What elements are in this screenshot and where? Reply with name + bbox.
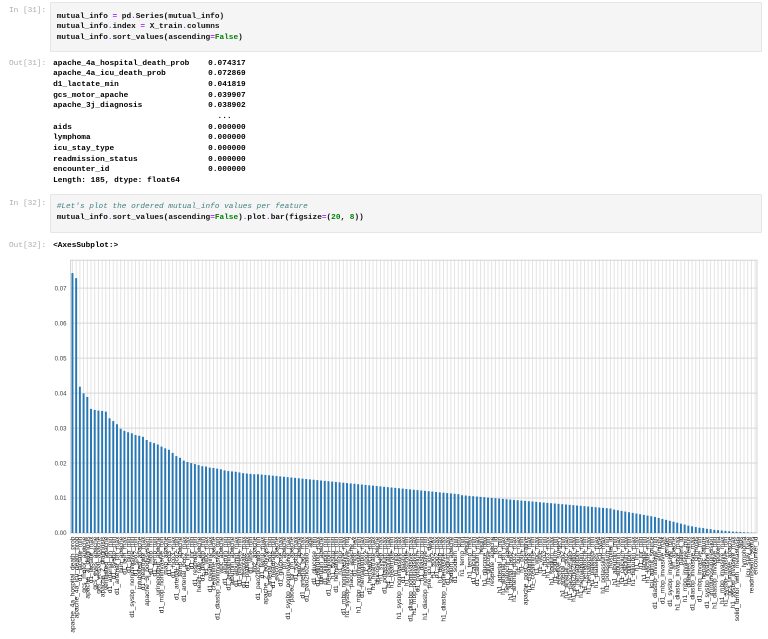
svg-text:0.01: 0.01 xyxy=(55,495,67,502)
svg-text:0.02: 0.02 xyxy=(55,460,67,467)
svg-text:0.00: 0.00 xyxy=(55,530,67,537)
svg-text:encounter_id: encounter_id xyxy=(752,536,759,574)
svg-text:0.06: 0.06 xyxy=(55,320,67,327)
svg-text:0.07: 0.07 xyxy=(55,285,67,292)
svg-text:0.03: 0.03 xyxy=(55,425,67,432)
svg-text:0.05: 0.05 xyxy=(55,355,67,362)
svg-text:0.04: 0.04 xyxy=(55,390,67,397)
